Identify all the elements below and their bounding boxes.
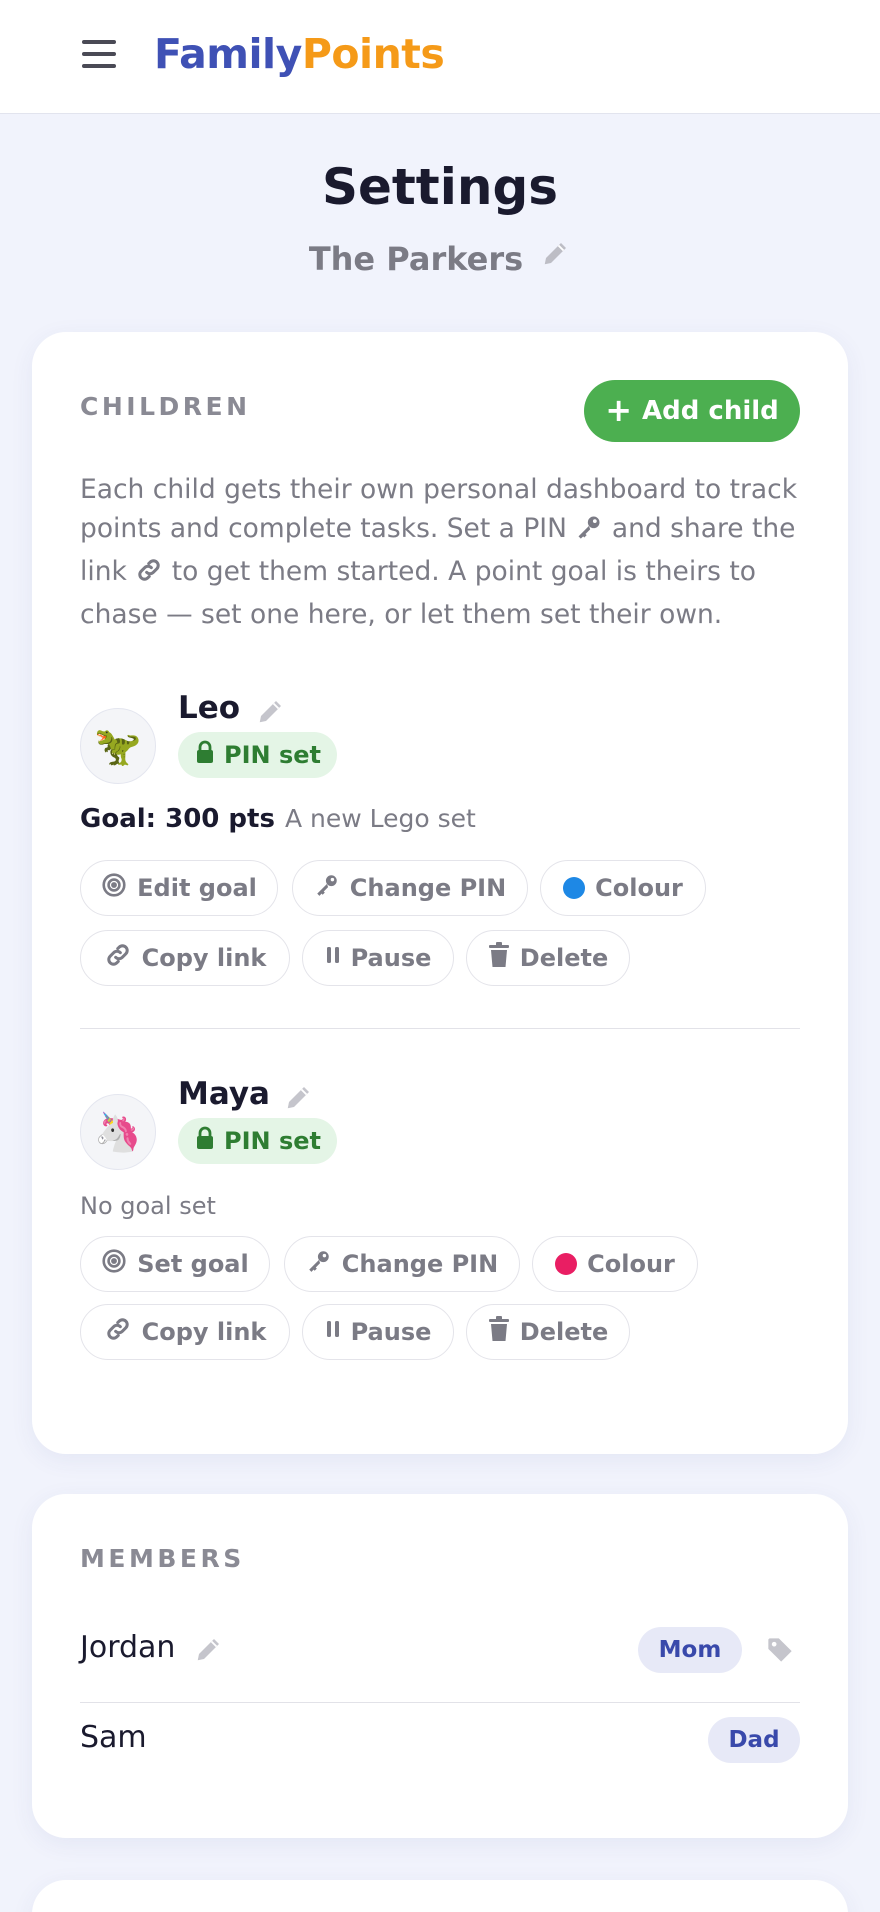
delete-label: Delete xyxy=(519,944,609,972)
copy-link-label: Copy link xyxy=(141,944,267,972)
child-avatar: 🦖 xyxy=(80,708,156,784)
delete-button[interactable]: Delete xyxy=(466,1304,630,1360)
colour-button[interactable]: Colour xyxy=(540,860,706,916)
child-name: Leo xyxy=(178,690,241,726)
copy-link-button[interactable]: Copy link xyxy=(80,930,290,986)
target-icon xyxy=(101,1248,127,1280)
add-child-button[interactable]: + Add child xyxy=(584,380,800,442)
colour-label: Colour xyxy=(587,1250,675,1278)
delete-button[interactable]: Delete xyxy=(466,930,630,986)
family-name: The Parkers xyxy=(308,240,524,278)
change-pin-button[interactable]: Change PIN xyxy=(284,1236,520,1292)
colour-button[interactable]: Colour xyxy=(532,1236,698,1292)
lock-icon xyxy=(194,740,216,770)
colour-swatch xyxy=(563,877,586,899)
pause-button[interactable]: Pause xyxy=(302,930,454,986)
member-row-sam: Sam Dad xyxy=(80,1710,800,1770)
top-bar: FamilyPoints xyxy=(0,0,880,114)
change-pin-label: Change PIN xyxy=(349,874,507,902)
children-card: CHILDREN + Add child Each child gets the… xyxy=(32,332,848,1454)
target-icon xyxy=(101,872,127,904)
members-card: MEMBERS Jordan Mom Sam Dad xyxy=(32,1494,848,1838)
member-divider xyxy=(80,1702,800,1703)
copy-link-button[interactable]: Copy link xyxy=(80,1304,290,1360)
pause-icon xyxy=(325,1318,341,1346)
pause-label: Pause xyxy=(350,944,432,972)
delete-label: Delete xyxy=(519,1318,609,1346)
pin-status-label: PIN set xyxy=(224,1127,321,1155)
colour-label: Colour xyxy=(595,874,683,902)
pin-status-badge: PIN set xyxy=(178,732,337,778)
edit-goal-button[interactable]: Edit goal xyxy=(80,860,278,916)
pause-label: Pause xyxy=(350,1318,432,1346)
no-goal-text: No goal set xyxy=(80,1192,216,1220)
copy-link-label: Copy link xyxy=(141,1318,267,1346)
link-icon xyxy=(104,1315,132,1349)
app-logo[interactable]: FamilyPoints xyxy=(154,30,445,78)
logo-part-points: Points xyxy=(301,30,445,78)
lock-icon xyxy=(194,1126,216,1156)
page-title: Settings xyxy=(321,158,558,216)
goal-label: Goal: 300 pts xyxy=(80,804,275,834)
trash-icon xyxy=(488,1316,510,1348)
members-section-label: MEMBERS xyxy=(80,1544,245,1573)
member-name: Sam xyxy=(80,1720,147,1755)
pause-button[interactable]: Pause xyxy=(302,1304,454,1360)
edit-name-pencil-icon[interactable] xyxy=(256,696,286,730)
children-intro-text: Each child gets their own personal dashb… xyxy=(80,470,810,634)
logo-part-family: Family xyxy=(154,30,302,78)
child-divider xyxy=(80,1028,800,1029)
edit-name-pencil-icon[interactable] xyxy=(284,1082,314,1116)
edit-member-pencil-icon[interactable] xyxy=(194,1634,224,1668)
plus-icon: + xyxy=(605,390,633,429)
link-icon xyxy=(135,556,163,595)
member-row-jordan: Jordan Mom xyxy=(80,1620,800,1680)
pin-status-label: PIN set xyxy=(224,741,321,769)
trash-icon xyxy=(488,942,510,974)
children-section-label: CHILDREN xyxy=(80,392,251,421)
key-icon xyxy=(314,872,340,904)
intro-text-part: to get them started. A point goal is the… xyxy=(80,556,756,630)
member-name: Jordan xyxy=(80,1630,176,1665)
change-pin-label: Change PIN xyxy=(341,1250,499,1278)
add-child-label: Add child xyxy=(642,396,779,426)
pin-status-badge: PIN set xyxy=(178,1118,337,1164)
change-pin-button[interactable]: Change PIN xyxy=(292,860,528,916)
goal-line: Goal: 300 pts A new Lego set xyxy=(80,804,476,834)
link-icon xyxy=(104,941,132,975)
colour-swatch xyxy=(555,1253,578,1275)
menu-icon[interactable] xyxy=(82,38,116,72)
edit-family-pencil-icon[interactable] xyxy=(541,238,571,276)
child-name: Maya xyxy=(178,1076,270,1112)
role-badge: Dad xyxy=(708,1717,800,1763)
edit-goal-label: Edit goal xyxy=(137,874,257,902)
tag-icon[interactable] xyxy=(766,1636,794,1668)
key-icon xyxy=(575,513,603,552)
goal-description: A new Lego set xyxy=(284,804,476,833)
child-avatar: 🦄 xyxy=(80,1094,156,1170)
pause-icon xyxy=(325,944,341,972)
set-goal-button[interactable]: Set goal xyxy=(80,1236,270,1292)
next-settings-card xyxy=(32,1880,848,1912)
set-goal-label: Set goal xyxy=(137,1250,249,1278)
key-icon xyxy=(306,1248,332,1280)
family-name-row: The Parkers xyxy=(0,240,880,278)
role-badge: Mom xyxy=(638,1627,742,1673)
